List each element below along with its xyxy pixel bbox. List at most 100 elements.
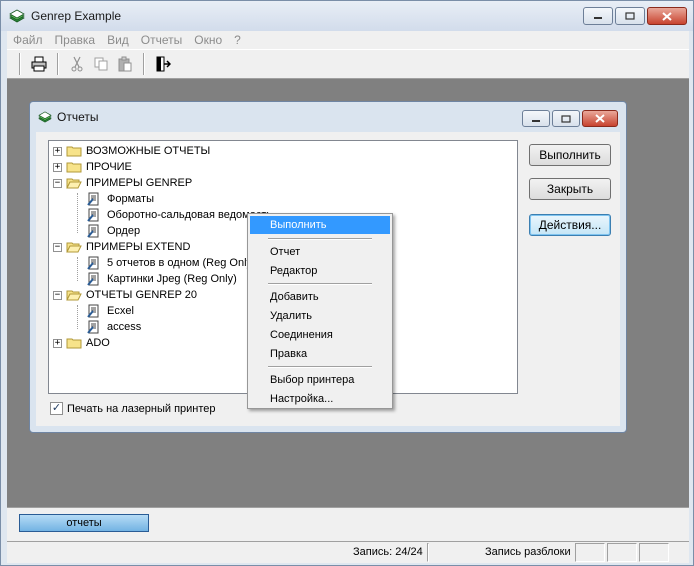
ctx-connections[interactable]: Соединения <box>250 326 390 344</box>
ctx-separator <box>268 283 372 285</box>
menu-file[interactable]: Файл <box>13 33 43 47</box>
exit-button[interactable] <box>153 54 173 74</box>
minimize-button[interactable] <box>583 7 613 25</box>
report-icon <box>87 272 99 286</box>
status-panel <box>575 543 605 562</box>
ctx-editor[interactable]: Редактор <box>250 262 390 280</box>
collapse-icon[interactable]: − <box>53 178 62 188</box>
reports-window-title: Отчеты <box>57 110 99 124</box>
tree-connector <box>77 193 78 233</box>
printer-icon <box>31 56 47 72</box>
app-title: Genrep Example <box>31 9 122 23</box>
tree-node[interactable]: access <box>87 319 141 335</box>
laser-printer-checkbox[interactable]: ✓ <box>50 402 63 415</box>
menu-window[interactable]: Окно <box>194 33 222 47</box>
run-button[interactable]: Выполнить <box>529 144 611 166</box>
minimize-button[interactable] <box>522 110 550 127</box>
tree-node-label: Форматы <box>107 193 154 205</box>
ctx-select-printer[interactable]: Выбор принтера <box>250 371 390 389</box>
tree-node[interactable]: − ПРИМЕРЫ GENREP <box>53 175 192 191</box>
ctx-settings[interactable]: Настройка... <box>250 390 390 408</box>
folder-open-icon <box>66 290 82 301</box>
tree-node[interactable]: + ВОЗМОЖНЫЕ ОТЧЕТЫ <box>53 143 210 159</box>
expand-icon[interactable]: + <box>53 162 62 172</box>
books-icon <box>38 111 52 123</box>
reports-window-controls <box>522 110 618 127</box>
laser-printer-label: Печать на лазерный принтер <box>67 402 216 415</box>
tree-node-label: ADO <box>86 337 110 349</box>
folder-icon <box>66 338 82 349</box>
status-panel <box>639 543 669 562</box>
app-titlebar[interactable]: Genrep Example <box>1 1 693 31</box>
tree-node[interactable]: + ADO <box>53 335 110 351</box>
menu-view[interactable]: Вид <box>107 33 129 47</box>
maximize-button[interactable] <box>552 110 580 127</box>
tree-node[interactable]: Форматы <box>87 191 154 207</box>
window-button-reports[interactable]: отчеты <box>19 514 149 532</box>
context-menu: Выполнить Отчет Редактор Добавить Удалит… <box>247 213 393 409</box>
cut-button[interactable] <box>67 54 87 74</box>
status-record-split: Запись разблоки <box>485 546 571 558</box>
toolbar <box>7 49 689 79</box>
tree-node-label: ПРИМЕРЫ GENREP <box>86 177 193 189</box>
tree-connector <box>77 305 78 329</box>
report-icon <box>87 304 99 318</box>
close-icon <box>595 114 605 123</box>
toolbar-separator <box>19 53 21 75</box>
tree-node[interactable]: Ордер <box>87 223 140 239</box>
tree-node[interactable]: 5 отчетов в одном (Reg Only) <box>87 255 256 271</box>
print-button[interactable] <box>29 54 49 74</box>
books-icon <box>9 9 25 23</box>
report-icon <box>87 320 99 334</box>
paste-icon <box>118 56 132 72</box>
menu-edit[interactable]: Правка <box>55 33 96 47</box>
close-dialog-button[interactable]: Закрыть <box>529 178 611 200</box>
actions-button[interactable]: Действия... <box>529 214 611 236</box>
folder-open-icon <box>66 242 82 253</box>
restore-icon <box>625 12 635 20</box>
tree-node[interactable]: − ПРИМЕРЫ EXTEND <box>53 239 190 255</box>
ctx-edit[interactable]: Правка <box>250 345 390 363</box>
collapse-icon[interactable]: − <box>53 290 62 300</box>
copy-icon <box>94 57 108 71</box>
close-button[interactable] <box>647 7 687 25</box>
scissors-icon <box>71 56 83 72</box>
close-icon <box>662 11 672 21</box>
menu-help[interactable]: ? <box>234 33 241 47</box>
maximize-button[interactable] <box>615 7 645 25</box>
window-list-bar: отчеты <box>7 507 689 541</box>
status-panel <box>607 543 637 562</box>
report-icon <box>87 208 99 222</box>
laser-printer-option[interactable]: ✓ Печать на лазерный принтер <box>50 402 216 415</box>
minimize-icon <box>594 17 602 19</box>
ctx-report[interactable]: Отчет <box>250 243 390 261</box>
tree-node[interactable]: + ПРОЧИЕ <box>53 159 132 175</box>
tree-node[interactable]: Ecxel <box>87 303 134 319</box>
report-icon <box>87 224 99 238</box>
close-button[interactable] <box>582 110 618 127</box>
tree-node[interactable]: Оборотно-сальдовая ведомость <box>87 207 272 223</box>
tree-node[interactable]: Картинки Jpeg (Reg Only) <box>87 271 237 287</box>
ctx-add[interactable]: Добавить <box>250 288 390 306</box>
copy-button[interactable] <box>91 54 111 74</box>
ctx-separator <box>268 366 372 368</box>
menu-reports[interactable]: Отчеты <box>141 33 182 47</box>
paste-button[interactable] <box>115 54 135 74</box>
toolbar-separator <box>143 53 145 75</box>
ctx-run[interactable]: Выполнить <box>250 216 390 234</box>
ctx-separator <box>268 238 372 240</box>
expand-icon[interactable]: + <box>53 146 62 156</box>
minimize-icon <box>532 119 540 122</box>
collapse-icon[interactable]: − <box>53 242 62 252</box>
tree-node-label: Ордер <box>107 225 141 237</box>
tree-node-label: 5 отчетов в одном (Reg Only) <box>107 257 256 269</box>
tree-connector <box>77 257 78 281</box>
expand-icon[interactable]: + <box>53 338 62 348</box>
reports-window-titlebar[interactable]: Отчеты <box>30 102 626 132</box>
status-divider <box>427 543 429 562</box>
folder-icon <box>66 146 82 157</box>
ctx-delete[interactable]: Удалить <box>250 307 390 325</box>
report-icon <box>87 192 99 206</box>
restore-icon <box>561 114 571 123</box>
tree-node[interactable]: − ОТЧЕТЫ GENREP 20 <box>53 287 197 303</box>
